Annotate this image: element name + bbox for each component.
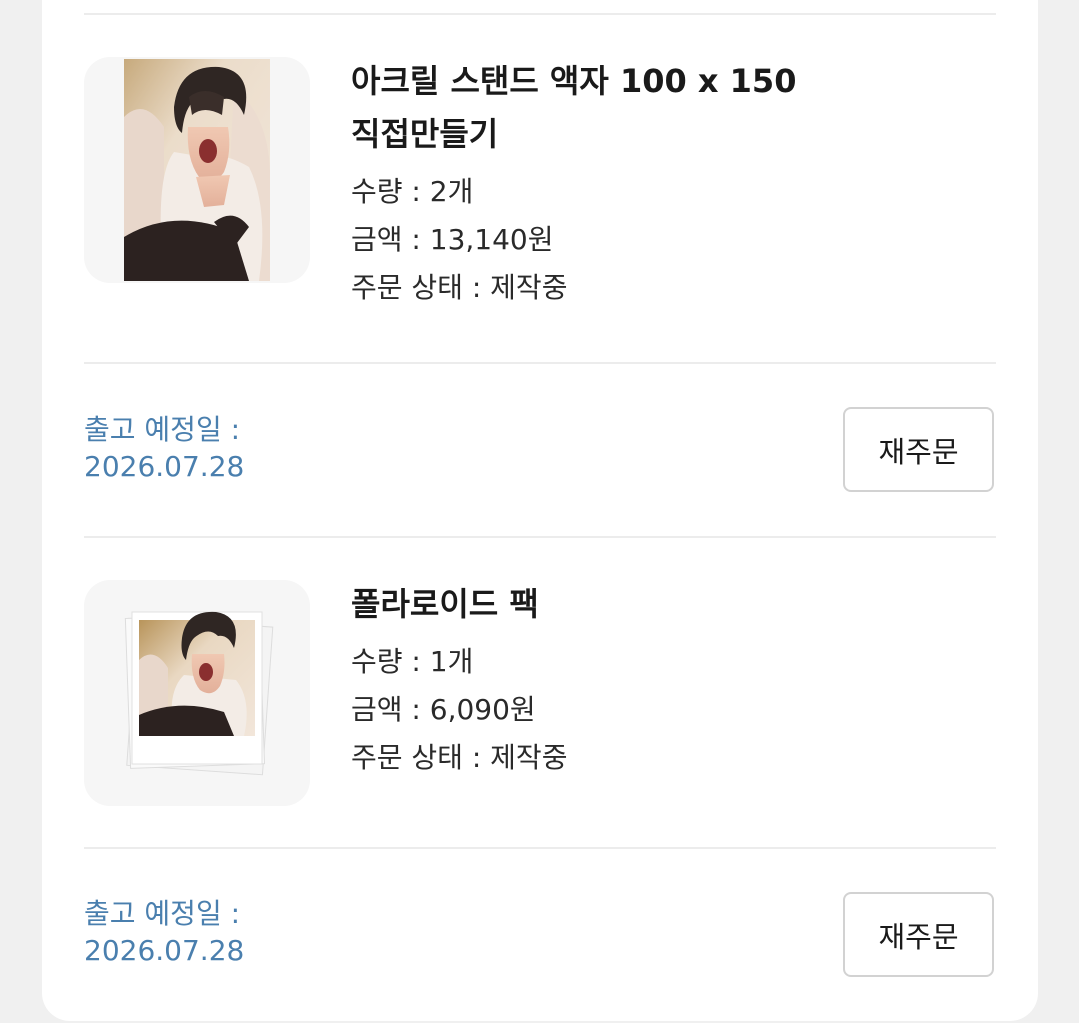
order-status-text: 주문 상태 : 제작중 [351,741,568,774]
product-title[interactable]: 폴라로이드 팩 [351,578,991,631]
quantity-text: 수량 : 1개 [351,645,474,678]
divider [84,362,996,364]
ship-date: 출고 예정일 : 2026.07.28 [84,411,244,485]
amount-text: 금액 : 13,140원 [351,223,554,256]
product-thumbnail-image [124,59,270,281]
product-title-line-2: 직접만들기 [351,115,499,153]
quantity-text: 수량 : 2개 [351,175,474,208]
divider [84,13,996,15]
product-thumbnail-image [124,611,274,776]
polaroid-pack-photo-icon[interactable] [84,580,310,806]
order-item-info: 아크릴 스탠드 액자 100 x 150 직접만들기 수량 : 2개 금액 : … [351,57,991,312]
amount-text: 금액 : 6,090원 [351,693,536,726]
reorder-button[interactable]: 재주문 [843,407,994,492]
order-item-info: 폴라로이드 팩 수량 : 1개 금액 : 6,090원 주문 상태 : 제작중 [351,580,991,782]
ship-date: 출고 예정일 : 2026.07.28 [84,895,244,969]
ship-date-label: 출고 예정일 : [84,413,241,446]
product-title[interactable]: 아크릴 스탠드 액자 100 x 150 직접만들기 [351,55,991,161]
ship-date-value: 2026.07.28 [84,450,245,483]
divider [84,847,996,849]
ship-date-label: 출고 예정일 : [84,897,241,930]
product-title-line-1: 폴라로이드 팩 [351,585,539,623]
order-status-text: 주문 상태 : 제작중 [351,271,568,304]
acrylic-stand-photo-icon[interactable] [84,57,310,283]
divider [84,536,996,538]
ship-date-value: 2026.07.28 [84,934,245,967]
product-title-line-1: 아크릴 스탠드 액자 100 x 150 [351,62,797,100]
reorder-button[interactable]: 재주문 [843,892,994,977]
